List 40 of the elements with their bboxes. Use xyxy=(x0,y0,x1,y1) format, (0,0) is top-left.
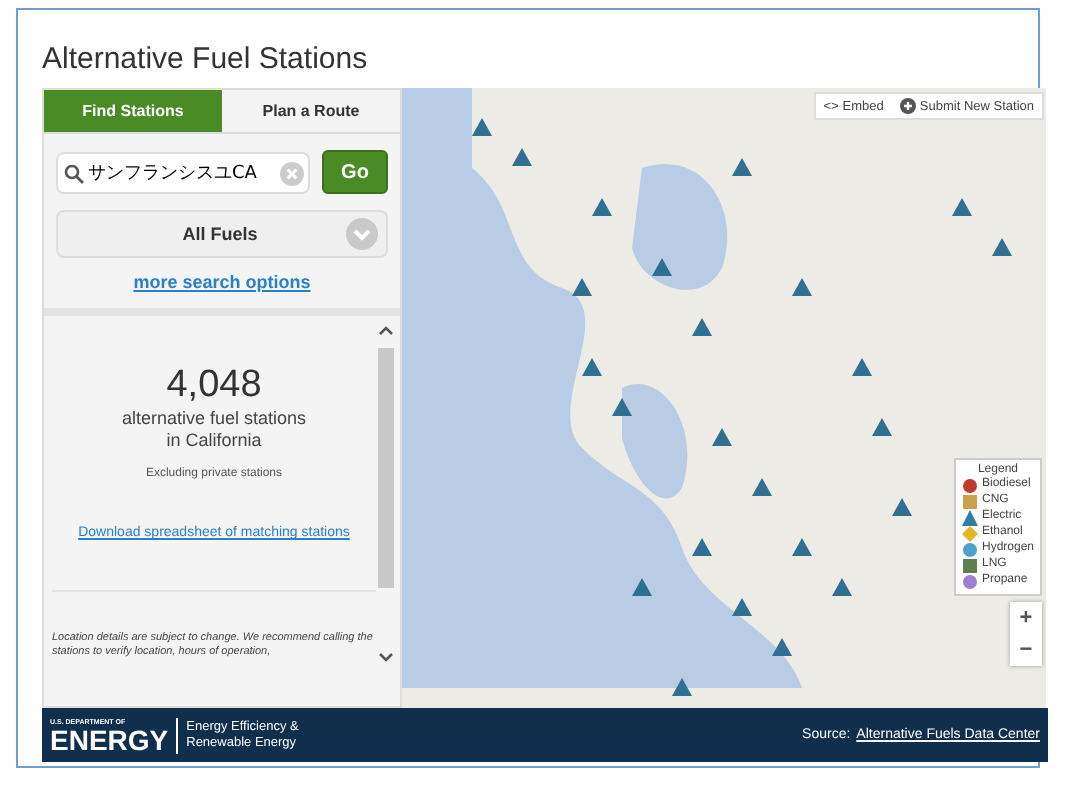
station-marker-icon[interactable] xyxy=(732,598,752,616)
logo-text: ENERGY xyxy=(50,725,169,753)
search-icon xyxy=(64,163,84,183)
zoom-in-button[interactable]: + xyxy=(1010,602,1042,634)
chevron-down-icon xyxy=(346,218,378,250)
station-marker-icon[interactable] xyxy=(692,538,712,556)
station-marker-icon[interactable] xyxy=(592,198,612,216)
station-marker-icon[interactable] xyxy=(632,578,652,596)
station-marker-icon[interactable] xyxy=(512,148,532,166)
station-marker-icon[interactable] xyxy=(752,478,772,496)
search-field[interactable]: サンフランシスユCA xyxy=(56,151,310,193)
station-marker-icon[interactable] xyxy=(872,418,892,436)
fuel-dropdown[interactable]: All Fuels xyxy=(56,210,388,258)
station-marker-icon[interactable] xyxy=(712,428,732,446)
station-marker-icon[interactable] xyxy=(852,358,872,376)
station-marker-icon[interactable] xyxy=(672,678,692,696)
station-marker-icon[interactable] xyxy=(692,318,712,336)
plus-circle-icon xyxy=(899,98,916,114)
station-marker-icon[interactable] xyxy=(582,358,602,376)
zoom-out-button[interactable]: − xyxy=(1010,634,1042,666)
clear-icon xyxy=(280,161,304,185)
station-marker-icon[interactable] xyxy=(572,278,592,296)
station-marker-icon[interactable] xyxy=(652,258,672,276)
station-marker-icon[interactable] xyxy=(732,158,752,176)
go-button[interactable]: Go xyxy=(322,150,388,194)
more-options-link[interactable]: more search options xyxy=(133,272,311,292)
station-marker-icon[interactable] xyxy=(792,538,812,556)
station-marker-icon[interactable] xyxy=(792,278,812,296)
station-marker-icon[interactable] xyxy=(832,578,852,596)
station-marker-icon[interactable] xyxy=(992,238,1012,256)
station-marker-icon[interactable] xyxy=(612,398,632,416)
results-label: in California xyxy=(166,430,262,452)
tab[interactable]: Find Stations xyxy=(44,90,222,134)
results-label: alternative fuel stations xyxy=(121,408,307,430)
station-marker-icon[interactable] xyxy=(892,498,912,516)
page-title: Alternative Fuel Stations xyxy=(42,42,370,76)
station-marker-icon[interactable] xyxy=(472,118,492,136)
station-count: 4,048 xyxy=(166,364,262,408)
station-marker-icon[interactable] xyxy=(772,638,792,656)
station-marker-icon[interactable] xyxy=(952,198,972,216)
